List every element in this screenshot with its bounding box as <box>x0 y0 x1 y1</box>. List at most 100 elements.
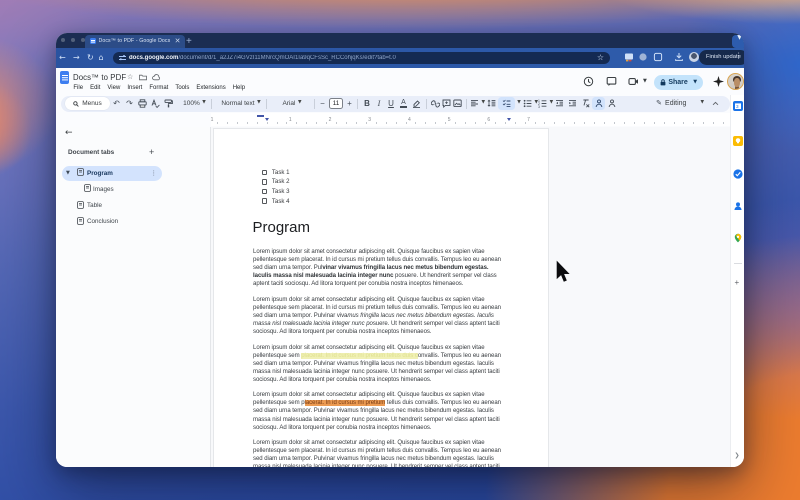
document-page[interactable]: Task 1 Task 2 Task 3 Task 4 Program Lorem i… <box>213 128 549 467</box>
paragraph[interactable]: Lorem ipsum dolor sit amet consectetur a… <box>253 248 505 288</box>
reload-icon[interactable]: ↻ <box>87 54 94 62</box>
bulleted-list-button[interactable]: ▼ <box>523 97 538 110</box>
right-indent-marker[interactable] <box>506 117 511 121</box>
sidebar-item-images[interactable]: Images <box>56 181 210 197</box>
highlight-color-button[interactable] <box>410 97 423 110</box>
line-spacing-button[interactable] <box>485 97 498 110</box>
comments-icon[interactable] <box>606 76 617 87</box>
numbered-list-button[interactable]: 1 2 3 ▼ <box>538 97 553 110</box>
contacts-icon[interactable] <box>733 201 743 211</box>
menu-view[interactable]: View <box>107 85 120 91</box>
menus-search-button[interactable]: Menus <box>65 97 110 111</box>
checkbox[interactable] <box>262 188 268 195</box>
version-history-icon[interactable] <box>583 76 594 87</box>
underline-button[interactable]: U <box>385 97 397 110</box>
docs-logo-icon[interactable] <box>60 71 69 84</box>
print-button[interactable] <box>136 97 149 110</box>
increase-indent-button[interactable] <box>566 97 579 110</box>
insert-image-button[interactable] <box>452 97 463 110</box>
menu-insert[interactable]: Insert <box>127 85 142 91</box>
site-settings-icon[interactable] <box>119 54 126 61</box>
star-document-icon[interactable]: ☆ <box>127 73 133 81</box>
meet-video-icon[interactable] <box>628 76 639 87</box>
gemini-spark-icon[interactable] <box>712 75 724 87</box>
forward-icon[interactable]: → <box>73 54 80 62</box>
menu-help[interactable]: Help <box>233 85 245 91</box>
share-dropdown-icon[interactable]: ▼ <box>693 79 697 85</box>
text-color-button[interactable]: A <box>397 97 410 110</box>
paragraph[interactable]: Lorem ipsum dolor sit amet consectetur a… <box>253 344 505 384</box>
checkbox[interactable] <box>262 169 268 175</box>
cloud-status-icon[interactable] <box>152 74 161 81</box>
tasks-icon[interactable] <box>733 168 743 179</box>
person-tool-button[interactable] <box>592 97 606 111</box>
move-folder-icon[interactable] <box>139 74 147 81</box>
chevron-down-icon[interactable]: ▼ <box>66 170 70 176</box>
download-icon[interactable] <box>674 52 684 62</box>
font-select[interactable]: Arial ▼ <box>273 97 311 110</box>
italic-button[interactable]: I <box>373 97 385 110</box>
window-minimize-button[interactable] <box>71 38 75 43</box>
calendar-icon[interactable]: 3 <box>733 101 743 111</box>
sidebar-item-table[interactable]: Table <box>56 197 210 213</box>
collapse-toolbar-button[interactable] <box>704 97 726 110</box>
indent-bar-marker[interactable] <box>257 114 264 117</box>
checklist-button[interactable] <box>498 97 516 111</box>
tab-close-icon[interactable]: ✕ <box>175 38 181 45</box>
spell-check-button[interactable] <box>149 97 162 110</box>
new-tab-button[interactable]: + <box>186 36 192 48</box>
document-paragraphs[interactable]: Lorem ipsum dolor sit amet consectetur a… <box>253 248 505 467</box>
undo-button[interactable]: ↶ <box>110 97 123 110</box>
extension-icon[interactable] <box>638 52 648 62</box>
browser-menu-icon[interactable]: ⋮ <box>735 51 743 60</box>
window-close-button[interactable] <box>61 38 65 43</box>
close-panel-arrow-icon[interactable]: ← <box>65 129 73 138</box>
keep-icon[interactable] <box>733 136 743 146</box>
tab-search-chevron-icon[interactable]: ▼ <box>732 35 744 48</box>
bookmark-star-icon[interactable]: ☆ <box>597 53 604 62</box>
first-line-indent-marker[interactable] <box>265 117 269 121</box>
get-addons-button[interactable]: + <box>735 278 740 287</box>
home-icon[interactable]: ⌂ <box>99 54 104 62</box>
expand-side-panel-icon[interactable]: ❯ <box>735 453 740 459</box>
menu-file[interactable]: File <box>73 85 83 91</box>
menu-tools[interactable]: Tools <box>175 85 189 91</box>
menu-edit[interactable]: Edit <box>90 85 100 91</box>
editing-mode-select[interactable]: ✎ Editing ▼ <box>656 97 704 110</box>
add-tab-button[interactable]: + <box>149 147 154 157</box>
meet-dropdown-icon[interactable]: ▼ <box>643 79 647 84</box>
person-tool-alt-button[interactable] <box>605 97 618 110</box>
maps-icon[interactable] <box>733 233 743 243</box>
paint-format-button[interactable] <box>162 97 175 110</box>
checkbox[interactable] <box>262 179 268 185</box>
item-menu-icon[interactable]: ⋮ <box>151 170 158 177</box>
decrease-font-size-button[interactable]: − <box>318 97 327 110</box>
share-button[interactable]: Share ▼ <box>654 74 703 90</box>
paragraph[interactable]: Lorem ipsum dolor sit amet consectetur a… <box>253 391 505 431</box>
add-comment-button[interactable] <box>441 97 452 110</box>
clear-formatting-button[interactable] <box>579 97 592 110</box>
extensions-menu-icon[interactable] <box>653 52 663 62</box>
browser-tab[interactable]: Docs™ to PDF - Google Docs ✕ <box>84 35 185 48</box>
redo-button[interactable]: ↷ <box>123 97 136 110</box>
menu-extensions[interactable]: Extensions <box>196 85 225 91</box>
menu-format[interactable]: Format <box>149 85 168 91</box>
checkbox[interactable] <box>262 198 268 204</box>
checklist-dropdown[interactable]: ▼ <box>515 97 523 110</box>
browser-profile-avatar[interactable] <box>688 52 699 62</box>
paragraph[interactable]: Lorem ipsum dolor sit amet consectetur a… <box>253 439 505 467</box>
document-heading[interactable]: Program <box>253 219 311 236</box>
account-avatar[interactable] <box>727 72 744 90</box>
insert-link-button[interactable] <box>430 97 441 110</box>
back-icon[interactable]: ← <box>59 54 66 62</box>
extension-icon[interactable] <box>624 52 634 62</box>
increase-font-size-button[interactable]: + <box>345 97 354 110</box>
bold-button[interactable]: B <box>361 97 373 110</box>
document-title[interactable]: Docs™ to PDF <box>73 73 126 82</box>
paragraph[interactable]: Lorem ipsum dolor sit amet consectetur a… <box>253 296 505 336</box>
paragraph-style-select[interactable]: Normal text ▼ <box>219 97 263 110</box>
zoom-select[interactable]: 100% ▼ <box>181 97 208 110</box>
sidebar-item-program[interactable]: ▼ Program ⋮ <box>56 165 210 181</box>
align-button[interactable]: ▼ <box>470 97 485 110</box>
address-bar[interactable]: docs.google.com/document/d/1_a2JZ7i4GVzI… <box>113 51 610 64</box>
